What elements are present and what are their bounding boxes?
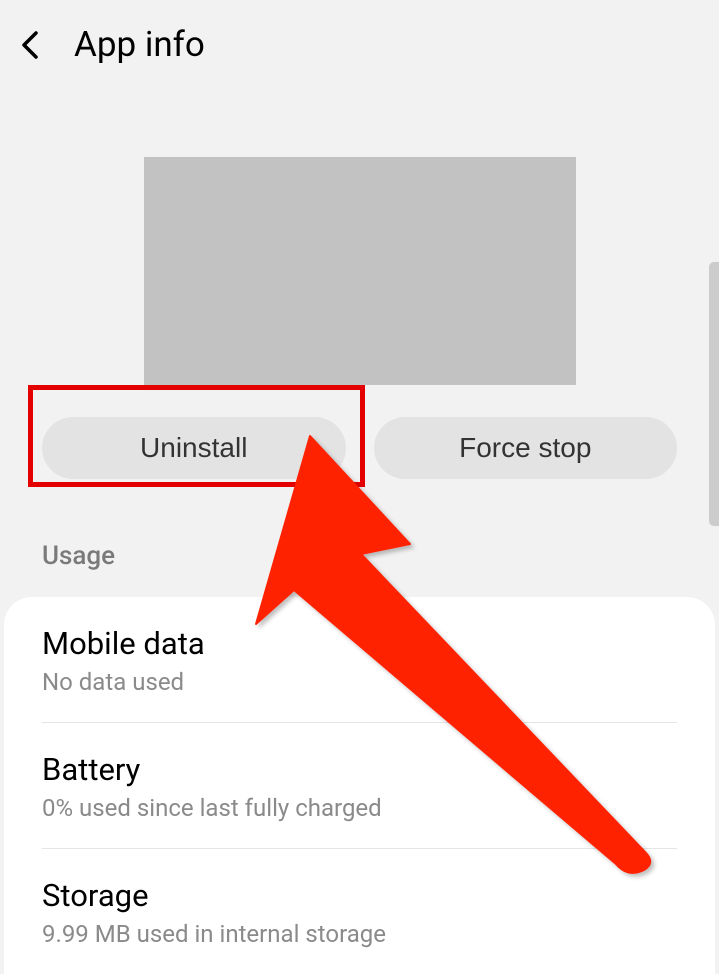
battery-item[interactable]: Battery 0% used since last fully charged [42, 723, 677, 849]
list-item-title: Storage [42, 877, 677, 914]
storage-item[interactable]: Storage 9.99 MB used in internal storage [42, 849, 677, 974]
list-item-subtitle: 9.99 MB used in internal storage [42, 920, 677, 948]
list-item-title: Battery [42, 751, 677, 788]
list-item-subtitle: No data used [42, 668, 677, 696]
uninstall-button[interactable]: Uninstall [42, 417, 346, 479]
mobile-data-item[interactable]: Mobile data No data used [42, 597, 677, 723]
list-item-title: Mobile data [42, 625, 677, 662]
usage-card: Mobile data No data used Battery 0% used… [4, 597, 715, 974]
header: App info [0, 0, 719, 89]
scrollbar-indicator [709, 262, 719, 526]
back-icon[interactable] [18, 33, 42, 57]
usage-section-label: Usage [0, 527, 719, 597]
list-item-subtitle: 0% used since last fully charged [42, 794, 677, 822]
action-button-row: Uninstall Force stop [0, 417, 719, 479]
force-stop-button[interactable]: Force stop [374, 417, 678, 479]
app-icon-placeholder [144, 157, 576, 385]
page-title: App info [74, 24, 205, 65]
